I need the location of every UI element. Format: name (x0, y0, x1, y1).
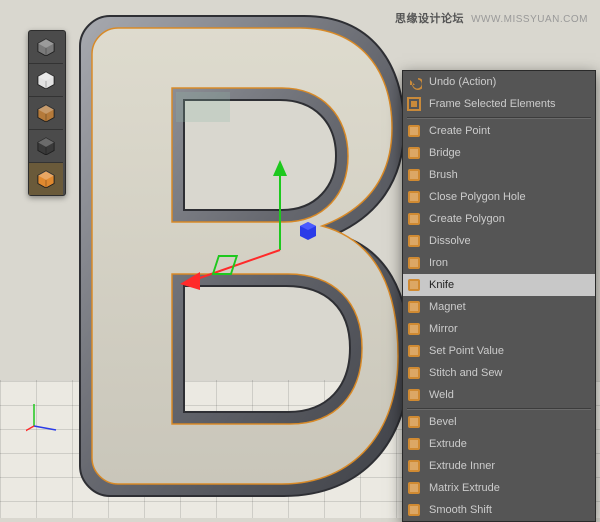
menu-item-label: Mirror (429, 323, 458, 335)
menu-item-weld[interactable]: Weld (403, 384, 595, 406)
frame-icon (405, 95, 423, 113)
weld-icon (405, 386, 423, 404)
menu-item-frame[interactable]: Frame Selected Elements (403, 93, 595, 115)
menu-item-label: Frame Selected Elements (429, 98, 556, 110)
menu-item-label: Create Polygon (429, 213, 505, 225)
knife-icon (405, 276, 423, 294)
menu-item-label: Bridge (429, 147, 461, 159)
display-mode-toolbar[interactable] (28, 30, 66, 196)
magnet-icon (405, 298, 423, 316)
menu-item-set-point[interactable]: Set Point Value (403, 340, 595, 362)
menu-item-knife[interactable]: Knife (403, 274, 595, 296)
menu-item-label: Bevel (429, 416, 457, 428)
context-menu[interactable]: Undo (Action) Frame Selected Elements Crea… (402, 70, 596, 522)
axis-indicator (26, 400, 60, 434)
menu-item-label: Close Polygon Hole (429, 191, 526, 203)
watermark: 思缘设计论坛 WWW.MISSYUAN.COM (395, 10, 588, 26)
menu-item-label: Extrude (429, 438, 467, 450)
menu-item-label: Matrix Extrude (429, 482, 500, 494)
menu-item-create-poly[interactable]: Create Polygon (403, 208, 595, 230)
menu-item-label: Knife (429, 279, 454, 291)
toolbar-shaded-cube[interactable] (29, 31, 63, 64)
watermark-cn: 思缘设计论坛 (395, 13, 464, 25)
menu-item-brush[interactable]: Brush (403, 164, 595, 186)
toolbar-dark-cube[interactable] (29, 130, 63, 163)
transform-gizmo[interactable] (180, 160, 380, 350)
menu-item-label: Magnet (429, 301, 466, 313)
menu-item-bridge[interactable]: Bridge (403, 142, 595, 164)
menu-item-bevel[interactable]: Bevel (403, 411, 595, 433)
menu-item-matrix-extrude[interactable]: Matrix Extrude (403, 477, 595, 499)
extrude-icon (405, 435, 423, 453)
menu-item-label: Undo (Action) (429, 76, 496, 88)
menu-item-mirror[interactable]: Mirror (403, 318, 595, 340)
set-point-icon (405, 342, 423, 360)
menu-item-label: Weld (429, 389, 454, 401)
brush-icon (405, 166, 423, 184)
bevel-icon (405, 413, 423, 431)
bridge-icon (405, 144, 423, 162)
menu-item-label: Stitch and Sew (429, 367, 502, 379)
menu-item-label: Brush (429, 169, 458, 181)
stitch-icon (405, 364, 423, 382)
menu-item-stitch[interactable]: Stitch and Sew (403, 362, 595, 384)
toolbar-lit-cube[interactable] (29, 163, 63, 195)
point-icon (405, 122, 423, 140)
menu-item-label: Dissolve (429, 235, 471, 247)
menu-separator (403, 406, 595, 411)
extrude-inner-icon (405, 457, 423, 475)
watermark-url: WWW.MISSYUAN.COM (471, 14, 588, 25)
menu-item-label: Iron (429, 257, 448, 269)
toolbar-dice-cube[interactable] (29, 64, 63, 97)
menu-separator (403, 115, 595, 120)
mirror-icon (405, 320, 423, 338)
menu-item-iron[interactable]: Iron (403, 252, 595, 274)
menu-item-extrude-inner[interactable]: Extrude Inner (403, 455, 595, 477)
menu-item-label: Set Point Value (429, 345, 504, 357)
matrix-extrude-icon (405, 479, 423, 497)
menu-item-label: Smooth Shift (429, 504, 492, 516)
menu-item-label: Extrude Inner (429, 460, 495, 472)
menu-item-undo[interactable]: Undo (Action) (403, 71, 595, 93)
menu-item-dissolve[interactable]: Dissolve (403, 230, 595, 252)
dissolve-icon (405, 232, 423, 250)
smooth-shift-icon (405, 501, 423, 519)
menu-item-point[interactable]: Create Point (403, 120, 595, 142)
close-hole-icon (405, 188, 423, 206)
menu-item-label: Create Point (429, 125, 490, 137)
menu-item-extrude[interactable]: Extrude (403, 433, 595, 455)
menu-item-close-hole[interactable]: Close Polygon Hole (403, 186, 595, 208)
create-poly-icon (405, 210, 423, 228)
undo-icon (405, 73, 423, 91)
toolbar-flat-cube[interactable] (29, 97, 63, 130)
menu-item-magnet[interactable]: Magnet (403, 296, 595, 318)
iron-icon (405, 254, 423, 272)
